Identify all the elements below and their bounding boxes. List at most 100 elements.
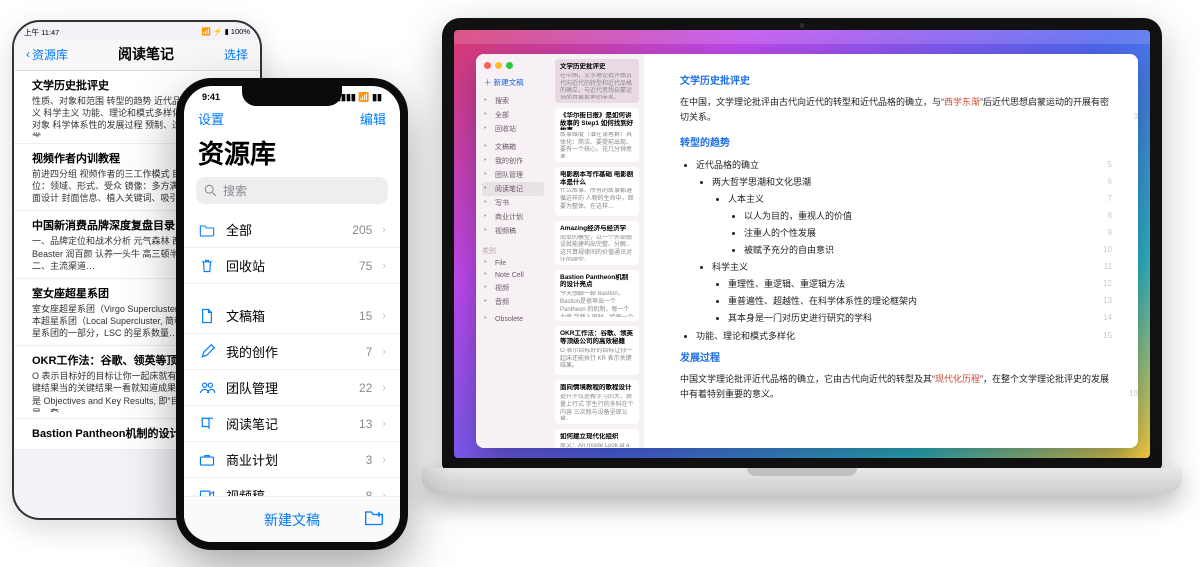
note-card[interactable]: Bastion Pantheon机制的设计亮点 今天想聊一聊 Bastion，B… <box>555 270 639 322</box>
card-title: OKR工作法：谷歌、领英等顶级公司的高效秘籍 <box>560 330 634 346</box>
settings-button[interactable]: 设置 <box>198 109 224 128</box>
dot-icon: • <box>484 97 492 105</box>
sidebar-item[interactable]: •全部 <box>482 108 544 122</box>
folder-row[interactable]: 我的创作 7 › <box>184 334 400 370</box>
sidebar-item[interactable]: •File <box>482 257 544 269</box>
note-card[interactable]: 文学历史批评史 在中国，文学理论批评由古代向近代的转型和近代品格的确立，与近代思… <box>555 59 639 103</box>
sidebar-item[interactable]: •阅读笔记 <box>482 182 544 196</box>
minimize-icon[interactable] <box>495 62 502 69</box>
sidebar-item[interactable]: •视频稿 <box>482 224 544 238</box>
sidebar-item[interactable]: •Note Cell <box>482 269 544 281</box>
folder-count: 22 <box>359 381 372 395</box>
sidebar-item[interactable]: •音频 <box>482 295 544 309</box>
dot-icon: • <box>484 143 492 151</box>
close-icon[interactable] <box>484 62 491 69</box>
folder-count: 7 <box>366 345 373 359</box>
sidebar-item[interactable]: •搜索 <box>482 94 544 108</box>
folder-row[interactable]: 阅读笔记 13 › <box>184 406 400 442</box>
note-card[interactable]: 《华尔街日报》是如何讲故事的 Step1 如何找到好故事 故事维度（潜在读者群）… <box>555 108 639 162</box>
note-card[interactable]: 电影剧本写作基础 电影剧本是什么 什么故事、所有的故事都遵循这样的 人物的生命中… <box>555 167 639 216</box>
traffic-lights[interactable] <box>482 60 544 75</box>
chevron-right-icon: › <box>382 260 386 272</box>
sidebar-item[interactable]: •视频 <box>482 281 544 295</box>
note-cards: 文学历史批评史 在中国，文学理论批评由古代向近代的转型和近代品格的确立，与近代思… <box>550 54 644 448</box>
sidebar-item-label: 写书 <box>495 198 509 208</box>
sidebar-item-label: 阅读笔记 <box>495 184 523 194</box>
people-icon <box>198 379 216 397</box>
phone-front: 9:41 ▮▮▮▮ 📶 ▮▮ 设置 编辑 资源库 搜索 全部 205 › 回收站… <box>176 78 408 550</box>
card-title: 文学历史批评史 <box>560 63 634 71</box>
note-card[interactable]: 如何建立现代化组织 原文：An Inside Look at a Flat Or… <box>555 429 639 448</box>
sidebar-item[interactable]: •团队管理 <box>482 168 544 182</box>
sidebar-item-label: 音频 <box>495 297 509 307</box>
note-card[interactable]: 面向情境教程的歌程设计 提升不仅是教学习的大，质量上行式 学生行的多科在个内容 … <box>555 380 639 424</box>
sidebar: ＋ 新建文稿 •搜索•全部•回收站•文稿箱•我的创作•团队管理•阅读笔记•写书•… <box>476 54 550 448</box>
doc-heading-3: 发展过程 <box>680 349 1112 364</box>
dot-icon: • <box>484 315 492 323</box>
dot-icon: • <box>484 185 492 193</box>
sidebar-item-label: File <box>495 260 506 267</box>
chevron-right-icon: › <box>382 382 386 394</box>
card-title: Bastion Pantheon机制的设计亮点 <box>560 274 634 290</box>
sidebar-item[interactable]: •写书 <box>482 196 544 210</box>
sidebar-group-header: 类别 <box>482 246 544 256</box>
editor[interactable]: 文学历史批评史 在中国，文学理论批评由古代向近代的转型和近代品格的确立，与“西学… <box>644 54 1138 448</box>
note-card[interactable]: OKR工作法：谷歌、领英等顶级公司的高效秘籍 O 表示目标好的目标让你一起床还能… <box>555 326 639 375</box>
new-doc-button[interactable]: 新建文稿 <box>264 510 320 530</box>
folder-icon <box>198 221 216 239</box>
new-folder-button[interactable] <box>364 508 384 531</box>
sidebar-item-label: 商业计划 <box>495 212 523 222</box>
header: 设置 编辑 <box>184 105 400 134</box>
sidebar-item-label: 全部 <box>495 110 509 120</box>
edit-button[interactable]: 编辑 <box>360 109 386 128</box>
folder-row[interactable]: 文稿箱 15 › <box>184 298 400 334</box>
nav-title: 阅读笔记 <box>118 44 174 64</box>
folder-label: 商业计划 <box>226 450 356 469</box>
sidebar-item-label: 文稿箱 <box>495 142 516 152</box>
back-button[interactable]: ‹ 资源库 <box>26 46 68 63</box>
sidebar-item[interactable]: •我的创作 <box>482 154 544 168</box>
desktop: ＋ 新建文稿 •搜索•全部•回收站•文稿箱•我的创作•团队管理•阅读笔记•写书•… <box>454 30 1150 458</box>
dot-icon: • <box>484 171 492 179</box>
doc-heading-2: 转型的趋势 <box>680 134 1112 149</box>
chevron-right-icon: › <box>382 310 386 322</box>
dot-icon: • <box>484 213 492 221</box>
folder-row[interactable]: 全部 205 › <box>184 212 400 248</box>
folder-row[interactable]: 商业计划 3 › <box>184 442 400 478</box>
select-button[interactable]: 选择 <box>224 46 248 63</box>
sidebar-item-label: Obsolete <box>495 316 523 323</box>
folder-row[interactable]: 团队管理 22 › <box>184 370 400 406</box>
notch <box>242 86 342 106</box>
folder-count: 75 <box>359 259 372 273</box>
card-body: 提升不仅是教学习的大，质量上行式 学生行的多科在个内容 三次践与设备呈现公章。 <box>560 394 634 420</box>
dot-icon: • <box>484 125 492 133</box>
status-time: 9:41 <box>202 92 220 103</box>
card-title: 面向情境教程的歌程设计 <box>560 384 634 392</box>
status-icons: 📶 ⚡ ▮ 100% <box>202 27 250 38</box>
sidebar-item[interactable]: •商业计划 <box>482 210 544 224</box>
status-icons: ▮▮▮▮ 📶 ▮▮ <box>336 92 382 103</box>
status-bar: 上午 11:47 📶 ⚡ ▮ 100% <box>14 22 260 40</box>
sidebar-item[interactable]: •文稿箱 <box>482 140 544 154</box>
dot-icon: • <box>484 199 492 207</box>
sidebar-item[interactable]: •回收站 <box>482 122 544 136</box>
sidebar-item[interactable]: •Obsolete <box>482 313 544 325</box>
card-title: 电影剧本写作基础 电影剧本是什么 <box>560 171 634 187</box>
sidebar-new-doc[interactable]: ＋ 新建文稿 <box>482 75 544 90</box>
zoom-icon[interactable] <box>506 62 513 69</box>
card-body: 今天想聊一聊 Bastion，Bastion是很早出一个Pantheon 的机制… <box>560 291 634 317</box>
bullet-list: 近代品格的确立5 两大哲学思潮和文化思潮6 人本主义7 以人为目的，重视人的价值… <box>680 157 1112 345</box>
folder-row[interactable]: 回收站 75 › <box>184 248 400 284</box>
folder-plus-icon <box>364 508 384 526</box>
sidebar-item-label: 团队管理 <box>495 170 523 180</box>
doc-paragraph: 在中国，文学理论批评由古代向近代的转型和近代品格的确立，与“西学东渐”后近代思想… <box>680 95 1112 126</box>
dot-icon: • <box>484 227 492 235</box>
sidebar-item-label: 回收站 <box>495 124 516 134</box>
dot-icon: • <box>484 298 492 306</box>
card-body: O 表示目标好的目标让你一起床还能执行 KR 表示关键结果。 <box>560 348 634 371</box>
card-body: 原文：An Inside Look at a Flat Organization… <box>560 443 634 448</box>
bottom-bar: 新建文稿 <box>184 496 400 542</box>
chevron-right-icon: › <box>382 346 386 358</box>
search-input[interactable]: 搜索 <box>196 177 388 204</box>
note-card[interactable]: Amazing经济与经济学 简单的模型，以一个外部假设就能建构出完整、分解、这只… <box>555 221 639 265</box>
